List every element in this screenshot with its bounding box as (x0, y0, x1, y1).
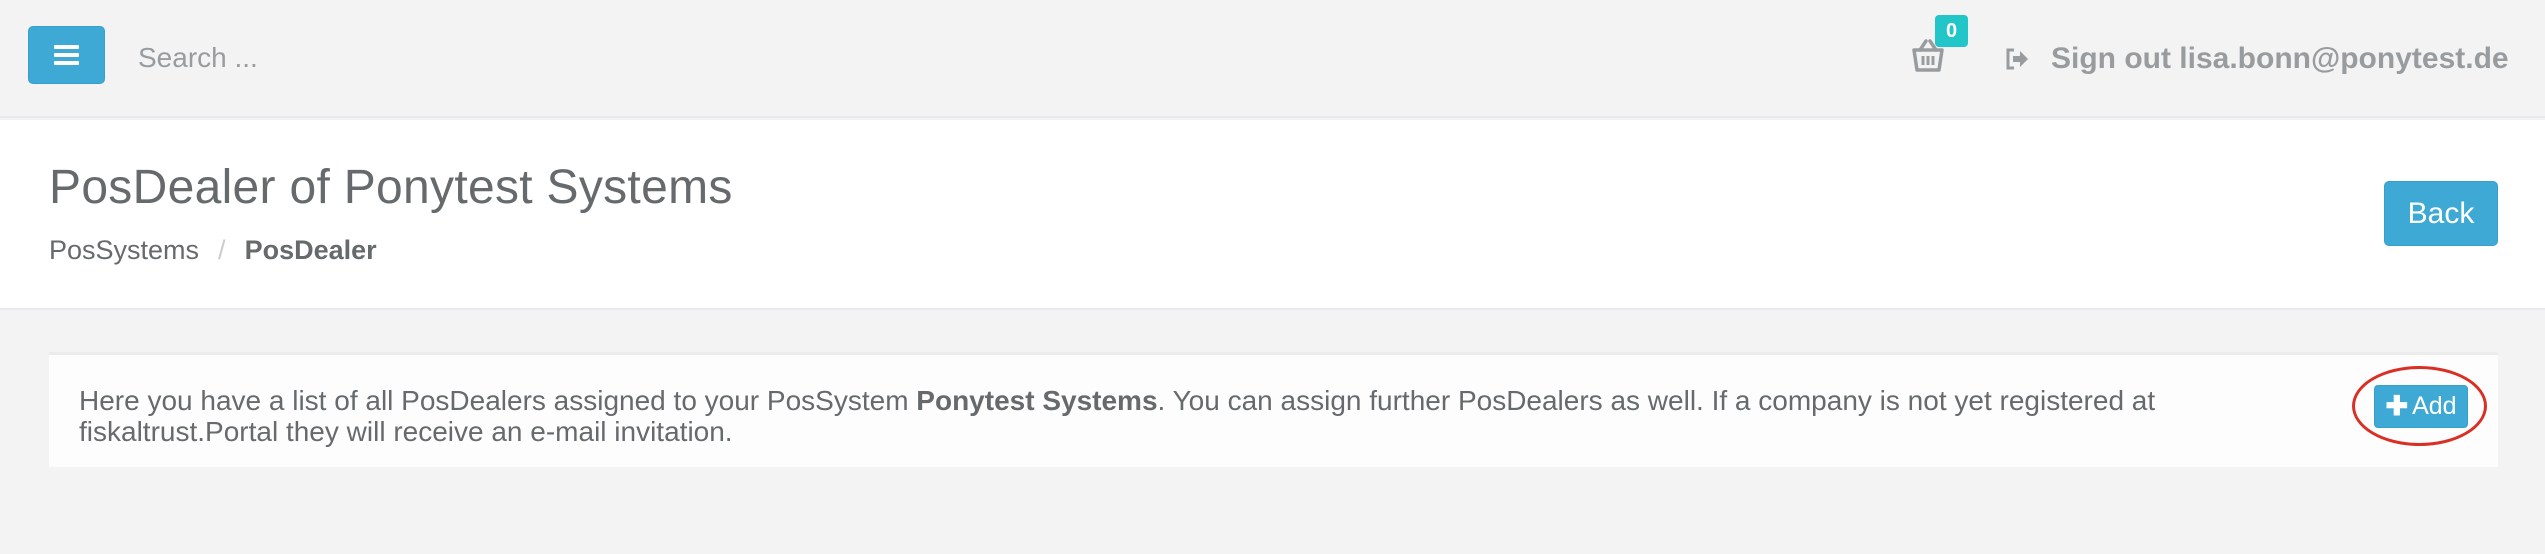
sign-out-link[interactable]: Sign out lisa.bonn@ponytest.de (2003, 38, 2509, 80)
info-panel: Here you have a list of all PosDealers a… (49, 352, 2498, 467)
breadcrumb-item-posdealer: PosDealer (244, 235, 377, 265)
cart-count-badge: 0 (1935, 15, 1968, 47)
sign-out-icon (2006, 48, 2028, 70)
info-text-before: Here you have a list of all PosDealers a… (79, 385, 917, 416)
breadcrumb-separator: / (218, 235, 226, 265)
system-name: Ponytest Systems (916, 385, 1158, 416)
search-input[interactable] (124, 34, 724, 82)
add-label: Add (2412, 392, 2457, 420)
back-button[interactable]: Back (2384, 181, 2498, 246)
page-title: PosDealer of Ponytest Systems (49, 161, 733, 214)
page-heading: PosDealer of Ponytest Systems PosSystems… (0, 120, 2545, 310)
breadcrumb-item-possystems[interactable]: PosSystems (49, 235, 199, 266)
menu-toggle-button[interactable] (28, 26, 105, 84)
hamburger-icon (54, 45, 79, 65)
add-button[interactable]: ✚ Add (2374, 385, 2468, 428)
plus-icon: ✚ (2385, 391, 2409, 421)
top-navbar: 0 Sign out lisa.bonn@ponytest.de (0, 0, 2545, 118)
info-text: Here you have a list of all PosDealers a… (79, 385, 2159, 447)
sign-out-label: Sign out lisa.bonn@ponytest.de (2051, 42, 2509, 75)
breadcrumb: PosSystems / PosDealer (49, 235, 377, 266)
